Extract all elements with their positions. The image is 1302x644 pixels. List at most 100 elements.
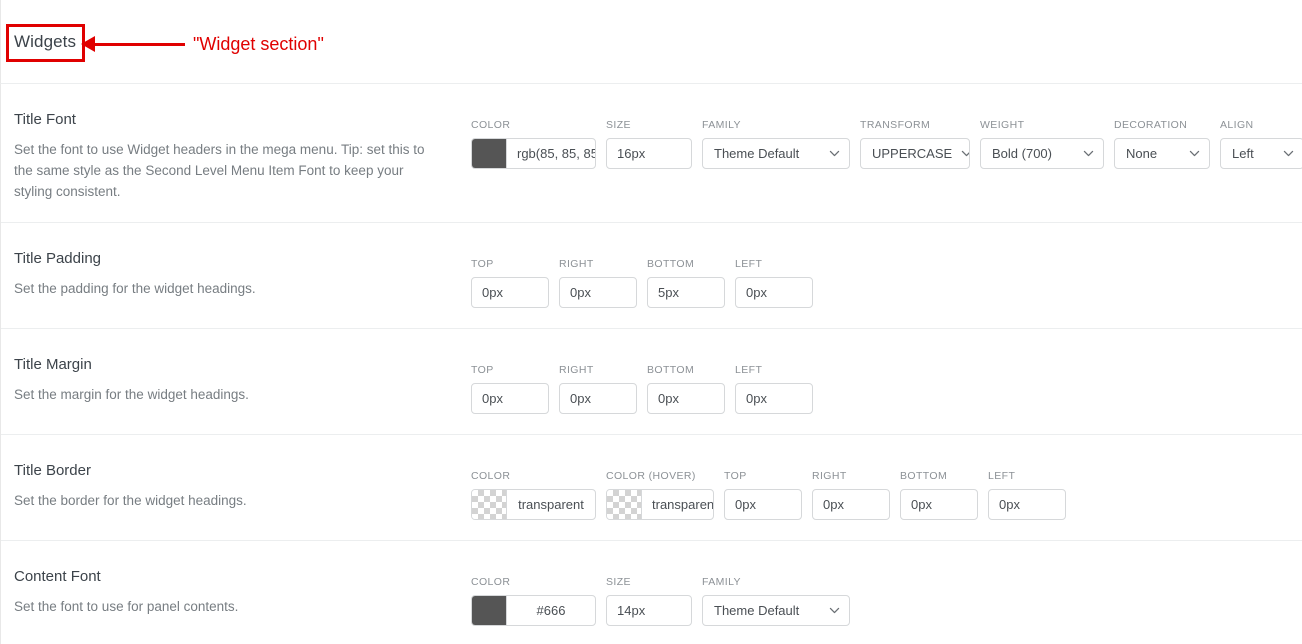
input-value: 0px <box>570 285 591 300</box>
input-right[interactable]: 0px <box>812 489 890 520</box>
chevron-down-icon <box>1082 147 1095 160</box>
color-value[interactable]: rgb(85, 85, 85) <box>507 146 596 161</box>
field-label: COLOR <box>471 470 596 482</box>
input-right[interactable]: 0px <box>559 277 637 308</box>
page-title: Widgets <box>14 31 76 53</box>
field-bottom: BOTTOM0px <box>647 364 725 414</box>
row-description: Title Margin Set the margin for the widge… <box>1 329 471 425</box>
color-picker-color[interactable]: #666 <box>471 595 596 626</box>
input-top[interactable]: 0px <box>471 277 549 308</box>
row-fields: COLOR rgb(85, 85, 85) SIZE 16px FAMILY Theme … <box>471 84 1302 169</box>
field-bottom: BOTTOM 5px <box>647 258 725 308</box>
widgets-settings-panel: Widgets "Widget section" Title Font Set t… <box>0 0 1302 644</box>
row-fields: COLOR#666SIZE14pxFAMILYTheme Default <box>471 541 1302 626</box>
select-align[interactable]: Left <box>1220 138 1302 169</box>
color-picker-color[interactable]: rgb(85, 85, 85) <box>471 138 596 169</box>
field-label: RIGHT <box>559 258 637 270</box>
field-label: SIZE <box>606 119 692 131</box>
select-value: Theme Default <box>714 603 799 618</box>
select-transform[interactable]: UPPERCASE <box>860 138 970 169</box>
row-title: Content Font <box>14 567 441 587</box>
input-size[interactable]: 14px <box>606 595 692 626</box>
field-family: FAMILY Theme Default <box>702 576 850 626</box>
select-family[interactable]: Theme Default <box>702 138 850 169</box>
input-value: 0px <box>658 391 679 406</box>
field-label: FAMILY <box>702 119 850 131</box>
field-label: BOTTOM <box>647 258 725 270</box>
input-value: 0px <box>570 391 591 406</box>
settings-row: Title BorderSet the border for the widge… <box>1 435 1302 541</box>
row-title: Title Margin <box>14 355 441 375</box>
select-decoration[interactable]: None <box>1114 138 1210 169</box>
settings-rows: Title Font Set the font to use Widget hea… <box>0 84 1302 644</box>
field-left: LEFT0px <box>735 364 813 414</box>
field-decoration: DECORATION None <box>1114 119 1210 169</box>
row-help-text: Set the margin for the widget headings. <box>14 384 441 405</box>
row-fields: TOP0pxRIGHT0pxBOTTOM5pxLEFT0px <box>471 223 1302 308</box>
input-bottom[interactable]: 0px <box>900 489 978 520</box>
select-value: Bold (700) <box>992 146 1052 161</box>
color-picker-color[interactable]: transparent <box>471 489 596 520</box>
field-label: DECORATION <box>1114 119 1210 131</box>
input-left[interactable]: 0px <box>735 383 813 414</box>
field-color-hover: COLOR (HOVER) transparent <box>606 470 714 520</box>
field-bottom: BOTTOM 0px <box>900 470 978 520</box>
input-value: 5px <box>658 285 679 300</box>
select-value: Left <box>1232 146 1254 161</box>
field-weight: WEIGHTBold (700) <box>980 119 1104 169</box>
row-help-text: Set the font to use Widget headers in th… <box>14 139 441 202</box>
input-left[interactable]: 0px <box>735 277 813 308</box>
field-size: SIZE14px <box>606 576 692 626</box>
input-value: 0px <box>735 497 756 512</box>
color-swatch[interactable] <box>607 490 642 519</box>
color-value[interactable]: transparent <box>507 497 595 512</box>
select-value: UPPERCASE <box>872 146 952 161</box>
settings-row: Content FontSet the font to use for pane… <box>1 541 1302 644</box>
row-title: Title Padding <box>14 249 441 269</box>
annotation-label: "Widget section" <box>193 33 324 55</box>
row-title: Title Font <box>14 110 441 130</box>
field-label: FAMILY <box>702 576 850 588</box>
field-label: COLOR (HOVER) <box>606 470 714 482</box>
field-label: RIGHT <box>559 364 637 376</box>
color-picker-color-hover[interactable]: transparent <box>606 489 714 520</box>
select-weight[interactable]: Bold (700) <box>980 138 1104 169</box>
field-family: FAMILY Theme Default <box>702 119 850 169</box>
field-label: TOP <box>724 470 802 482</box>
chevron-down-icon <box>1188 147 1201 160</box>
field-label: RIGHT <box>812 470 890 482</box>
field-label: ALIGN <box>1220 119 1302 131</box>
field-label: LEFT <box>735 258 813 270</box>
input-left[interactable]: 0px <box>988 489 1066 520</box>
settings-row: Title Font Set the font to use Widget hea… <box>1 84 1302 223</box>
input-bottom[interactable]: 5px <box>647 277 725 308</box>
chevron-down-icon <box>828 147 841 160</box>
input-right[interactable]: 0px <box>559 383 637 414</box>
field-transform: TRANSFORMUPPERCASE <box>860 119 970 169</box>
select-family[interactable]: Theme Default <box>702 595 850 626</box>
field-label: COLOR <box>471 119 596 131</box>
select-value: Theme Default <box>714 146 799 161</box>
row-help-text: Set the padding for the widget headings. <box>14 278 441 299</box>
input-value: 0px <box>746 285 767 300</box>
color-swatch[interactable] <box>472 139 507 168</box>
input-value: 0px <box>746 391 767 406</box>
input-top[interactable]: 0px <box>471 383 549 414</box>
field-right: RIGHT 0px <box>812 470 890 520</box>
input-size[interactable]: 16px <box>606 138 692 169</box>
input-value: 16px <box>617 146 645 161</box>
row-fields: COLOR transparent COLOR (HOVER) transparent… <box>471 435 1302 520</box>
color-swatch[interactable] <box>472 490 507 519</box>
settings-row: Title Margin Set the margin for the widge… <box>1 329 1302 435</box>
row-title: Title Border <box>14 461 441 481</box>
color-swatch[interactable] <box>472 596 507 625</box>
field-label: BOTTOM <box>900 470 978 482</box>
input-bottom[interactable]: 0px <box>647 383 725 414</box>
annotation-arrow-line <box>93 43 185 46</box>
field-align: ALIGN Left <box>1220 119 1302 169</box>
input-top[interactable]: 0px <box>724 489 802 520</box>
color-value[interactable]: transparent <box>642 497 714 512</box>
field-label: LEFT <box>988 470 1066 482</box>
color-value[interactable]: #666 <box>507 603 595 618</box>
input-value: 14px <box>617 603 645 618</box>
